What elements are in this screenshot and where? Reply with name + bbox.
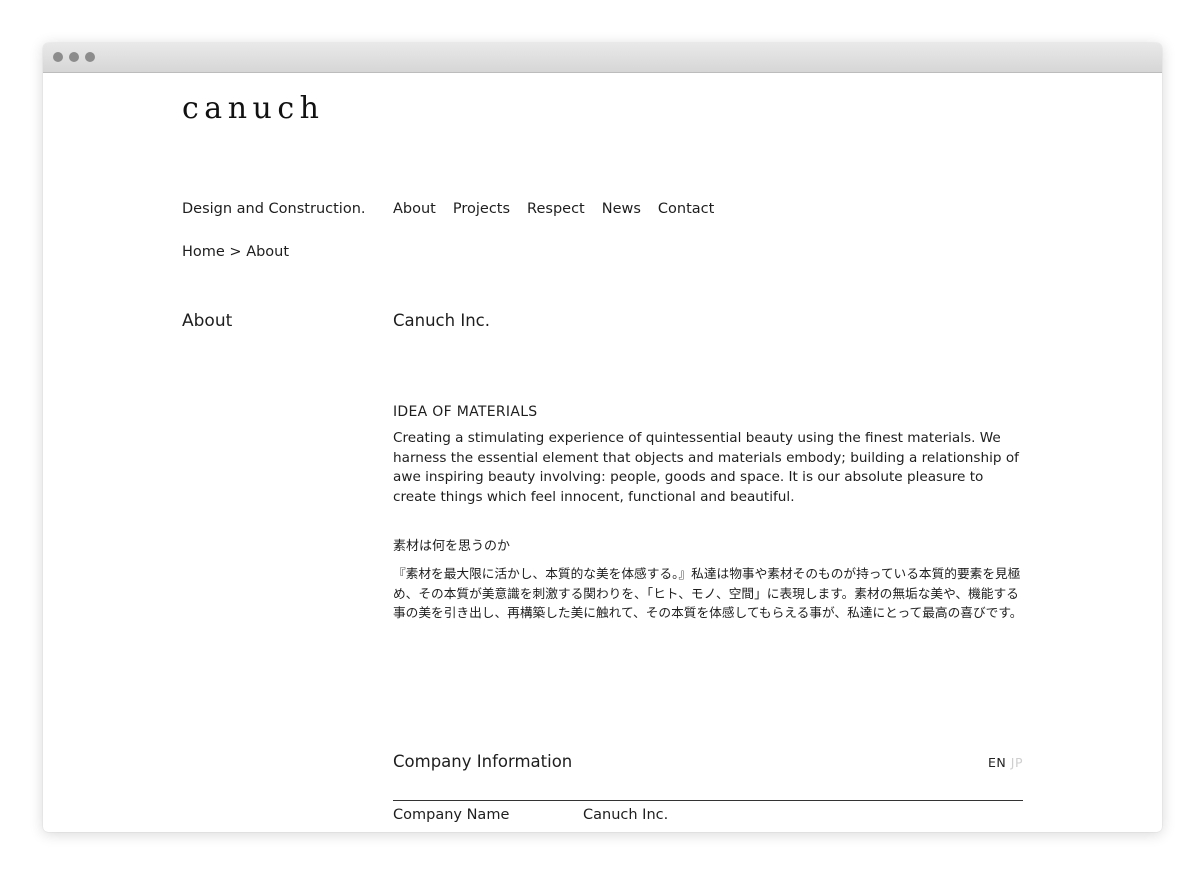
site-logo[interactable]: canuch	[182, 91, 324, 127]
idea-body: Creating a stimulating experience of qui…	[393, 430, 1019, 506]
company-name-value: Canuch Inc.	[583, 807, 669, 823]
language-switch: EN JP	[988, 755, 1023, 771]
window-titlebar	[43, 43, 1162, 73]
idea-title: IDEA OF MATERIALS	[393, 404, 538, 420]
lang-jp-link[interactable]: JP	[1011, 755, 1023, 770]
nav-item-projects[interactable]: Projects	[453, 199, 510, 219]
idea-jp-body: 『素材を最大限に活かし、本質的な美を体感する。』私達は物事や素材そのものが持って…	[393, 566, 1023, 621]
window-minimize-dot[interactable]	[69, 52, 79, 62]
table-divider	[393, 800, 1023, 801]
lang-en-link[interactable]: EN	[988, 755, 1006, 770]
nav-item-contact[interactable]: Contact	[658, 199, 714, 219]
window-maximize-dot[interactable]	[85, 52, 95, 62]
company-name-label: Company Name	[393, 807, 510, 823]
sidebar-title: About	[182, 311, 233, 331]
nav-item-news[interactable]: News	[602, 199, 641, 219]
page-content: canuch Design and Construction. About Pr…	[43, 73, 1162, 832]
nav-item-respect[interactable]: Respect	[527, 199, 585, 219]
nav-item-about[interactable]: About	[393, 199, 436, 219]
browser-window: canuch Design and Construction. About Pr…	[43, 43, 1162, 832]
page-title: Canuch Inc.	[393, 311, 490, 330]
main-nav: About Projects Respect News Contact	[393, 199, 714, 219]
window-close-dot[interactable]	[53, 52, 63, 62]
company-info-title: Company Information	[393, 752, 573, 771]
idea-jp-title: 素材は何を思うのか	[393, 539, 511, 554]
site-tagline: Design and Construction.	[182, 201, 366, 217]
breadcrumb[interactable]: Home > About	[182, 242, 289, 262]
